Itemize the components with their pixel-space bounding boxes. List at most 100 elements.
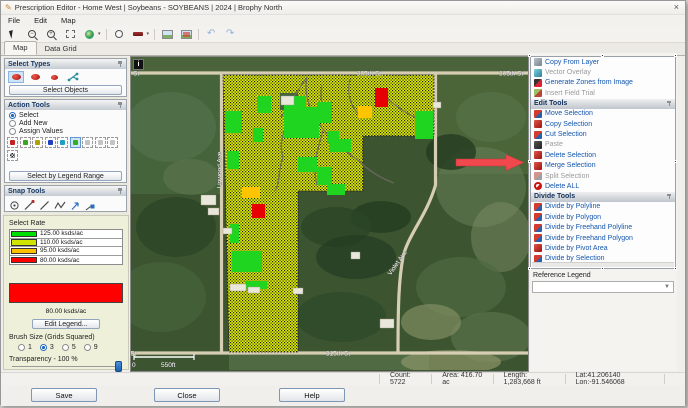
selection-handle — [601, 54, 604, 57]
menu-map[interactable]: Map — [61, 16, 76, 25]
tab-data-grid[interactable]: Data Grid — [37, 43, 85, 55]
cell-checker[interactable] — [7, 150, 18, 161]
cell-teal[interactable] — [57, 137, 68, 148]
selection-handle — [528, 54, 531, 57]
tool-copy-from-layer[interactable]: Copy From Layer — [531, 57, 675, 67]
copy-selection-icon — [534, 120, 542, 128]
zoom-out-icon[interactable]: − — [25, 28, 39, 41]
cut-selection-icon — [534, 131, 542, 139]
insert-field-trial-icon — [534, 89, 542, 97]
radio-assign-values[interactable]: Assign Values — [9, 128, 122, 135]
image-overlay-tool-icon[interactable] — [179, 28, 193, 41]
selection-handle — [674, 267, 677, 270]
status-bar: Count: 5722 Area: 416.70 ac Length: 1,28… — [1, 372, 685, 385]
menu-file[interactable]: File — [8, 16, 20, 25]
edit-legend-button[interactable]: Edit Legend... — [32, 319, 100, 329]
copy-from-layer-icon — [534, 58, 542, 66]
legend-row[interactable]: 95.00 ksds/ac — [10, 247, 122, 256]
tool-divide-by-freehand-polyline[interactable]: Divide by Freehand Polyline — [531, 222, 675, 232]
cell-red[interactable] — [7, 137, 18, 148]
snap-node-icon[interactable] — [85, 198, 96, 216]
brush-size-label: Brush Size (Grids Squared) — [9, 334, 95, 341]
select-type-ellipse-small[interactable] — [46, 71, 62, 83]
cell-gray3[interactable] — [107, 137, 118, 148]
close-button[interactable]: × — [674, 2, 679, 13]
tool-move-selection[interactable]: Move Selection — [531, 109, 675, 119]
pin-icon[interactable] — [117, 61, 123, 67]
prescription-editor-window: ✎ Prescription Editor - Home West | Soyb… — [0, 0, 686, 405]
selection-handle — [674, 54, 677, 57]
road-label-linwood-ave: Linwood Ave — [217, 151, 224, 188]
pin-icon[interactable] — [117, 102, 123, 108]
brush-9[interactable]: 9 — [84, 344, 98, 351]
status-count: Count: 5722 — [379, 374, 431, 384]
snap-vertex-arrow-icon[interactable] — [70, 198, 81, 216]
select-type-ellipse-active[interactable] — [8, 71, 24, 83]
line-width-dropdown-caret[interactable]: ▾ — [147, 31, 150, 37]
brush-1[interactable]: 1 — [18, 344, 32, 351]
snap-polyline-icon[interactable] — [54, 198, 66, 216]
tool-divide-by-polygon[interactable]: Divide by Polygon — [531, 212, 675, 222]
undo-icon[interactable]: ↶ — [204, 28, 218, 41]
line-width-tool-icon[interactable] — [131, 28, 145, 41]
generate-zones-icon — [534, 79, 542, 87]
tool-delete-all[interactable]: Delete ALL — [531, 181, 675, 191]
cell-gray1[interactable] — [82, 137, 93, 148]
pin-icon[interactable] — [666, 194, 672, 200]
select-by-legend-range-button[interactable]: Select by Legend Range — [9, 171, 122, 181]
select-type-ellipse[interactable] — [27, 71, 43, 83]
tool-divide-by-freehand-polygon[interactable]: Divide by Freehand Polygon — [531, 233, 675, 243]
legend-row[interactable]: 80.00 ksds/ac — [10, 256, 122, 265]
road-label-305th-st-clipped-left: 305th St — [131, 71, 139, 78]
tool-divide-by-pivot-area[interactable]: Divide by Pivot Area — [531, 243, 675, 253]
cell-yellow[interactable] — [32, 137, 43, 148]
cell-green[interactable] — [20, 137, 31, 148]
menu-edit[interactable]: Edit — [34, 16, 47, 25]
radio-add-new[interactable]: Add New — [9, 120, 122, 127]
tool-generate-zones-from-image[interactable]: Generate Zones from Image — [531, 78, 675, 88]
select-cursor-icon[interactable] — [6, 28, 20, 41]
snap-endpoint-icon[interactable] — [24, 198, 35, 216]
tool-cut-selection[interactable]: Cut Selection — [531, 129, 675, 139]
transparency-slider-handle[interactable] — [115, 361, 122, 372]
pin-icon[interactable] — [117, 188, 123, 194]
tool-divide-by-polyline[interactable]: Divide by Polyline — [531, 202, 675, 212]
select-type-path-icon[interactable] — [65, 71, 81, 83]
legend-chip — [11, 231, 37, 237]
image-tool-icon[interactable] — [160, 28, 174, 41]
snap-center-icon[interactable] — [9, 198, 20, 216]
transparency-slider-track[interactable] — [12, 366, 122, 367]
zoom-in-icon[interactable]: + — [44, 28, 58, 41]
tool-delete-selection[interactable]: Delete Selection — [531, 150, 675, 160]
legend-row[interactable]: 110.00 ksds/ac — [10, 239, 122, 248]
scale-zero: 0 — [132, 362, 136, 369]
pin-icon[interactable] — [666, 101, 672, 107]
brush-5[interactable]: 5 — [62, 344, 76, 351]
help-button[interactable]: Help — [279, 388, 345, 402]
tool-copy-selection[interactable]: Copy Selection — [531, 119, 675, 129]
close-button-footer[interactable]: Close — [154, 388, 220, 402]
snap-line-icon[interactable] — [39, 198, 50, 216]
map-viewport[interactable]: 305th St 305th St 305th St 315th St 315t… — [130, 56, 529, 372]
cell-green-selected[interactable] — [70, 137, 81, 148]
map-canvas[interactable]: 305th St 305th St 305th St 315th St 315t… — [131, 57, 528, 370]
select-type-buttons — [5, 69, 126, 85]
tool-merge-selection[interactable]: Merge Selection — [531, 161, 675, 171]
road-label-305th-st: 305th St — [357, 71, 381, 78]
save-button[interactable]: Save — [31, 388, 97, 402]
ellipse-tool-icon[interactable] — [112, 28, 126, 41]
cell-gray2[interactable] — [95, 137, 106, 148]
zoom-extent-icon[interactable] — [63, 28, 77, 41]
info-icon[interactable]: i — [133, 59, 144, 70]
reference-legend-dropdown[interactable]: ▼ — [532, 281, 674, 293]
radio-select[interactable]: Select — [9, 112, 122, 119]
globe-dropdown-caret[interactable]: ▾ — [98, 31, 101, 37]
layers-globe-icon[interactable] — [82, 28, 96, 41]
cell-blue[interactable] — [45, 137, 56, 148]
select-objects-button[interactable]: Select Objects — [9, 85, 122, 95]
brush-3[interactable]: 3 — [40, 344, 54, 351]
tab-map[interactable]: Map — [4, 41, 37, 55]
legend-row[interactable]: 125.00 ksds/ac — [10, 230, 122, 239]
redo-icon[interactable]: ↷ — [223, 28, 237, 41]
toolbar-separator — [154, 29, 155, 40]
